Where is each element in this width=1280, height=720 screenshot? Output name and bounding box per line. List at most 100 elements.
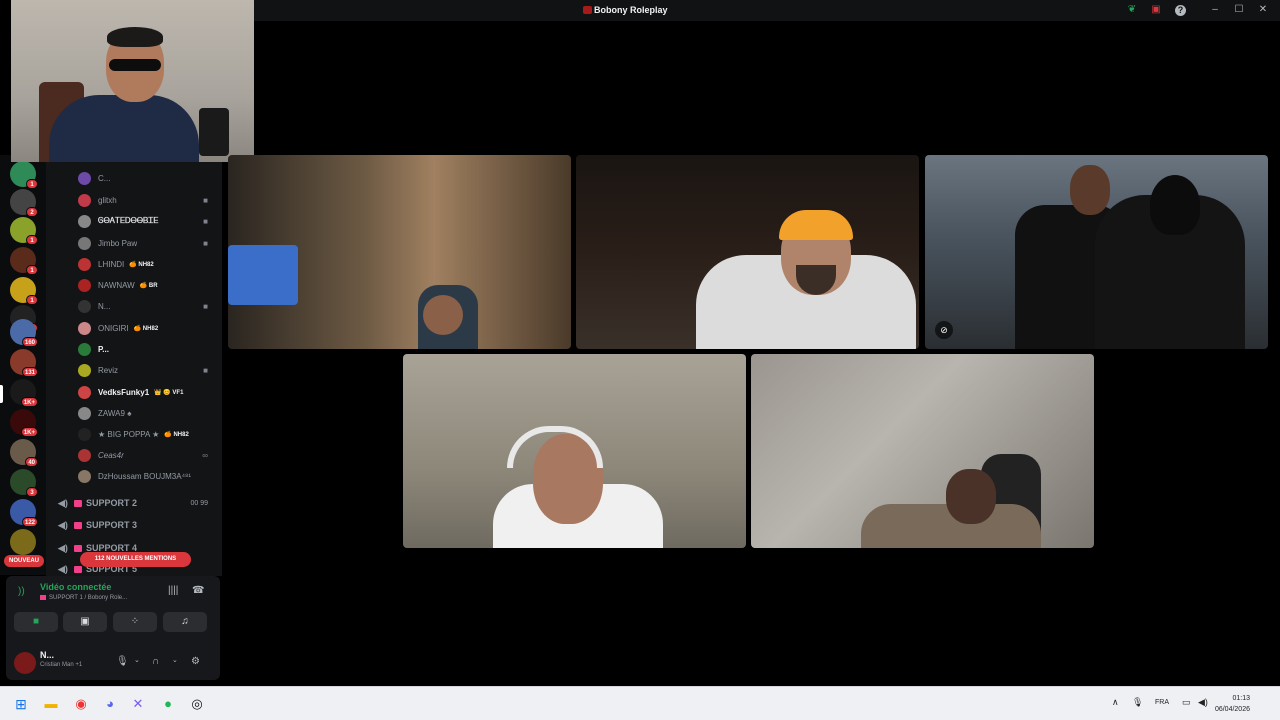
speaker-icon: ◀): [58, 519, 68, 530]
headphones-icon[interactable]: ∩: [152, 656, 159, 667]
voice-member[interactable]: N... ■: [78, 298, 218, 314]
server-icon[interactable]: 1: [10, 277, 38, 305]
new-badge[interactable]: NOUVEAU: [4, 555, 44, 567]
maximize-icon[interactable]: ☐: [1232, 4, 1246, 16]
discord-window: Bobony Roleplay ❦ ▣ ? – ☐ ✕ 1 2 1 1 1 2 …: [0, 0, 1280, 686]
voice-member[interactable]: VedksFunky1 👑 😊 VF1: [78, 384, 218, 400]
server-icon[interactable]: [10, 529, 36, 555]
member-name: DzHoussam BOUJM3A⁴⁸¹: [98, 471, 192, 481]
voice-channel-support-2[interactable]: ◀) SUPPORT 2 00 99: [58, 494, 218, 512]
spotify-icon[interactable]: ●: [157, 693, 179, 715]
activities-button[interactable]: ⁘: [113, 612, 157, 632]
voice-channel-support-3[interactable]: ◀) SUPPORT 3: [58, 516, 218, 534]
chevron-down-icon[interactable]: ⌄: [134, 656, 140, 664]
server-icon[interactable]: 122: [10, 499, 38, 527]
microphone-icon[interactable]: 🎙: [1132, 697, 1143, 708]
avatar: [78, 299, 91, 313]
video-tile[interactable]: ⊘: [925, 155, 1268, 349]
nitro-leaf-icon[interactable]: ❦: [1125, 4, 1139, 16]
capcut-icon[interactable]: ✕: [127, 693, 149, 715]
avatar: [78, 342, 91, 356]
server-icon[interactable]: 131: [10, 349, 38, 377]
help-icon[interactable]: ?: [1175, 5, 1186, 16]
channel-list: C... glitxh ■ ᎶᎾᎪᎢᎬᎠᎾᎾᏴᏆᎬ ■ Jimbo Paw ■ LHI…: [46, 160, 222, 576]
chevron-up-icon[interactable]: ∧: [1112, 697, 1119, 708]
windows-start-icon[interactable]: ⊞: [10, 693, 32, 715]
noise-suppression-icon[interactable]: ||||: [168, 585, 178, 596]
soundboard-button[interactable]: ♫: [163, 612, 207, 632]
video-tile[interactable]: [751, 354, 1094, 548]
unread-badge: 3: [26, 487, 38, 497]
avatar: [78, 321, 91, 335]
avatar[interactable]: [14, 652, 36, 674]
camera-button[interactable]: ■: [14, 612, 58, 632]
member-tag: 👑 😊 VF1: [154, 389, 184, 396]
unread-badge: 160: [21, 337, 38, 347]
voice-member[interactable]: NAWNAW 🍊 BR: [78, 277, 218, 293]
close-icon[interactable]: ✕: [1256, 4, 1270, 16]
channel-flag-icon: [74, 499, 82, 507]
unread-badge: 1K+: [20, 427, 38, 437]
avatar: [78, 214, 91, 228]
member-name: glitxh: [98, 195, 117, 205]
screen-share-button[interactable]: ▣: [63, 612, 107, 632]
unread-badge: 1: [26, 235, 38, 245]
voice-channel-info[interactable]: SUPPORT 1 / Bobony Role...: [40, 595, 127, 601]
member-name: ZAWA9 ♠: [98, 408, 132, 418]
voice-member[interactable]: C...: [78, 170, 218, 186]
beanie-shape: [1150, 175, 1200, 235]
chevron-down-icon[interactable]: ⌄: [172, 656, 178, 664]
signal-icon[interactable]: )): [18, 586, 25, 597]
video-tile[interactable]: [228, 155, 571, 349]
voice-member[interactable]: Ceas4r ∞: [78, 447, 218, 463]
server-icon[interactable]: 1: [10, 217, 38, 245]
chrome-icon[interactable]: ◉: [70, 693, 92, 715]
voice-member[interactable]: LHINDI 🍊 NH82: [78, 256, 218, 272]
obs-icon[interactable]: ◎: [186, 693, 208, 715]
avatar: [78, 193, 91, 207]
channel-flag-icon: [74, 521, 82, 529]
voice-member[interactable]: ONIGIRI 🍊 NH82: [78, 320, 218, 336]
settings-gear-icon[interactable]: ⚙: [191, 656, 200, 667]
member-name: ★ BIG POPPA ★: [98, 429, 160, 439]
voice-status[interactable]: Vidéo connectée: [40, 582, 111, 592]
disconnect-icon[interactable]: ☎: [192, 585, 204, 596]
voice-member[interactable]: ★ BIG POPPA ★ 🍊 NH82: [78, 426, 218, 442]
server-icon[interactable]: 2: [10, 189, 38, 217]
language-indicator[interactable]: FRA: [1155, 699, 1169, 706]
muted-icon: ⊘: [935, 321, 953, 339]
voice-member[interactable]: P...: [78, 341, 218, 357]
voice-member[interactable]: Jimbo Paw ■: [78, 235, 218, 251]
server-icon[interactable]: 1: [10, 161, 38, 189]
channel-name: SUPPORT 2: [86, 498, 138, 508]
webcam-person-glasses: [109, 59, 161, 71]
server-icon[interactable]: 40: [10, 439, 38, 467]
volume-icon[interactable]: ◀): [1198, 697, 1208, 708]
taskbar-clock[interactable]: 01:13 06/04/2026: [1215, 693, 1250, 715]
server-icon[interactable]: 160: [10, 319, 38, 347]
network-icon[interactable]: ▭: [1182, 697, 1191, 708]
channel-limit: 00 99: [190, 499, 208, 507]
soundboard-icon: ♫: [181, 616, 189, 627]
discord-icon[interactable]: ◕: [99, 693, 121, 715]
voice-member[interactable]: DzHoussam BOUJM3A⁴⁸¹: [78, 468, 218, 484]
file-explorer-icon[interactable]: ▬: [40, 693, 62, 715]
new-mentions-button[interactable]: 112 NOUVELLES MENTIONS: [80, 552, 191, 567]
member-name: ONIGIRI: [98, 323, 129, 333]
server-icon[interactable]: 1K+: [10, 379, 38, 407]
minimize-icon[interactable]: –: [1208, 4, 1222, 16]
unread-badge: 1: [26, 265, 38, 275]
voice-member[interactable]: ZAWA9 ♠: [78, 405, 218, 421]
server-icon[interactable]: 1: [10, 247, 38, 275]
voice-member[interactable]: glitxh ■: [78, 192, 218, 208]
server-icon[interactable]: 1K+: [10, 409, 38, 437]
video-tile[interactable]: [576, 155, 919, 349]
inbox-icon[interactable]: ▣: [1149, 4, 1163, 16]
microphone-icon[interactable]: 🎙: [116, 656, 129, 667]
video-tile[interactable]: [403, 354, 746, 548]
avatar: [78, 385, 91, 399]
user-name[interactable]: N...: [40, 650, 54, 660]
voice-member[interactable]: ᎶᎾᎪᎢᎬᎠᎾᎾᏴᏆᎬ ■: [78, 213, 218, 229]
server-icon[interactable]: 3: [10, 469, 38, 497]
voice-member[interactable]: Reviz ■: [78, 362, 218, 378]
